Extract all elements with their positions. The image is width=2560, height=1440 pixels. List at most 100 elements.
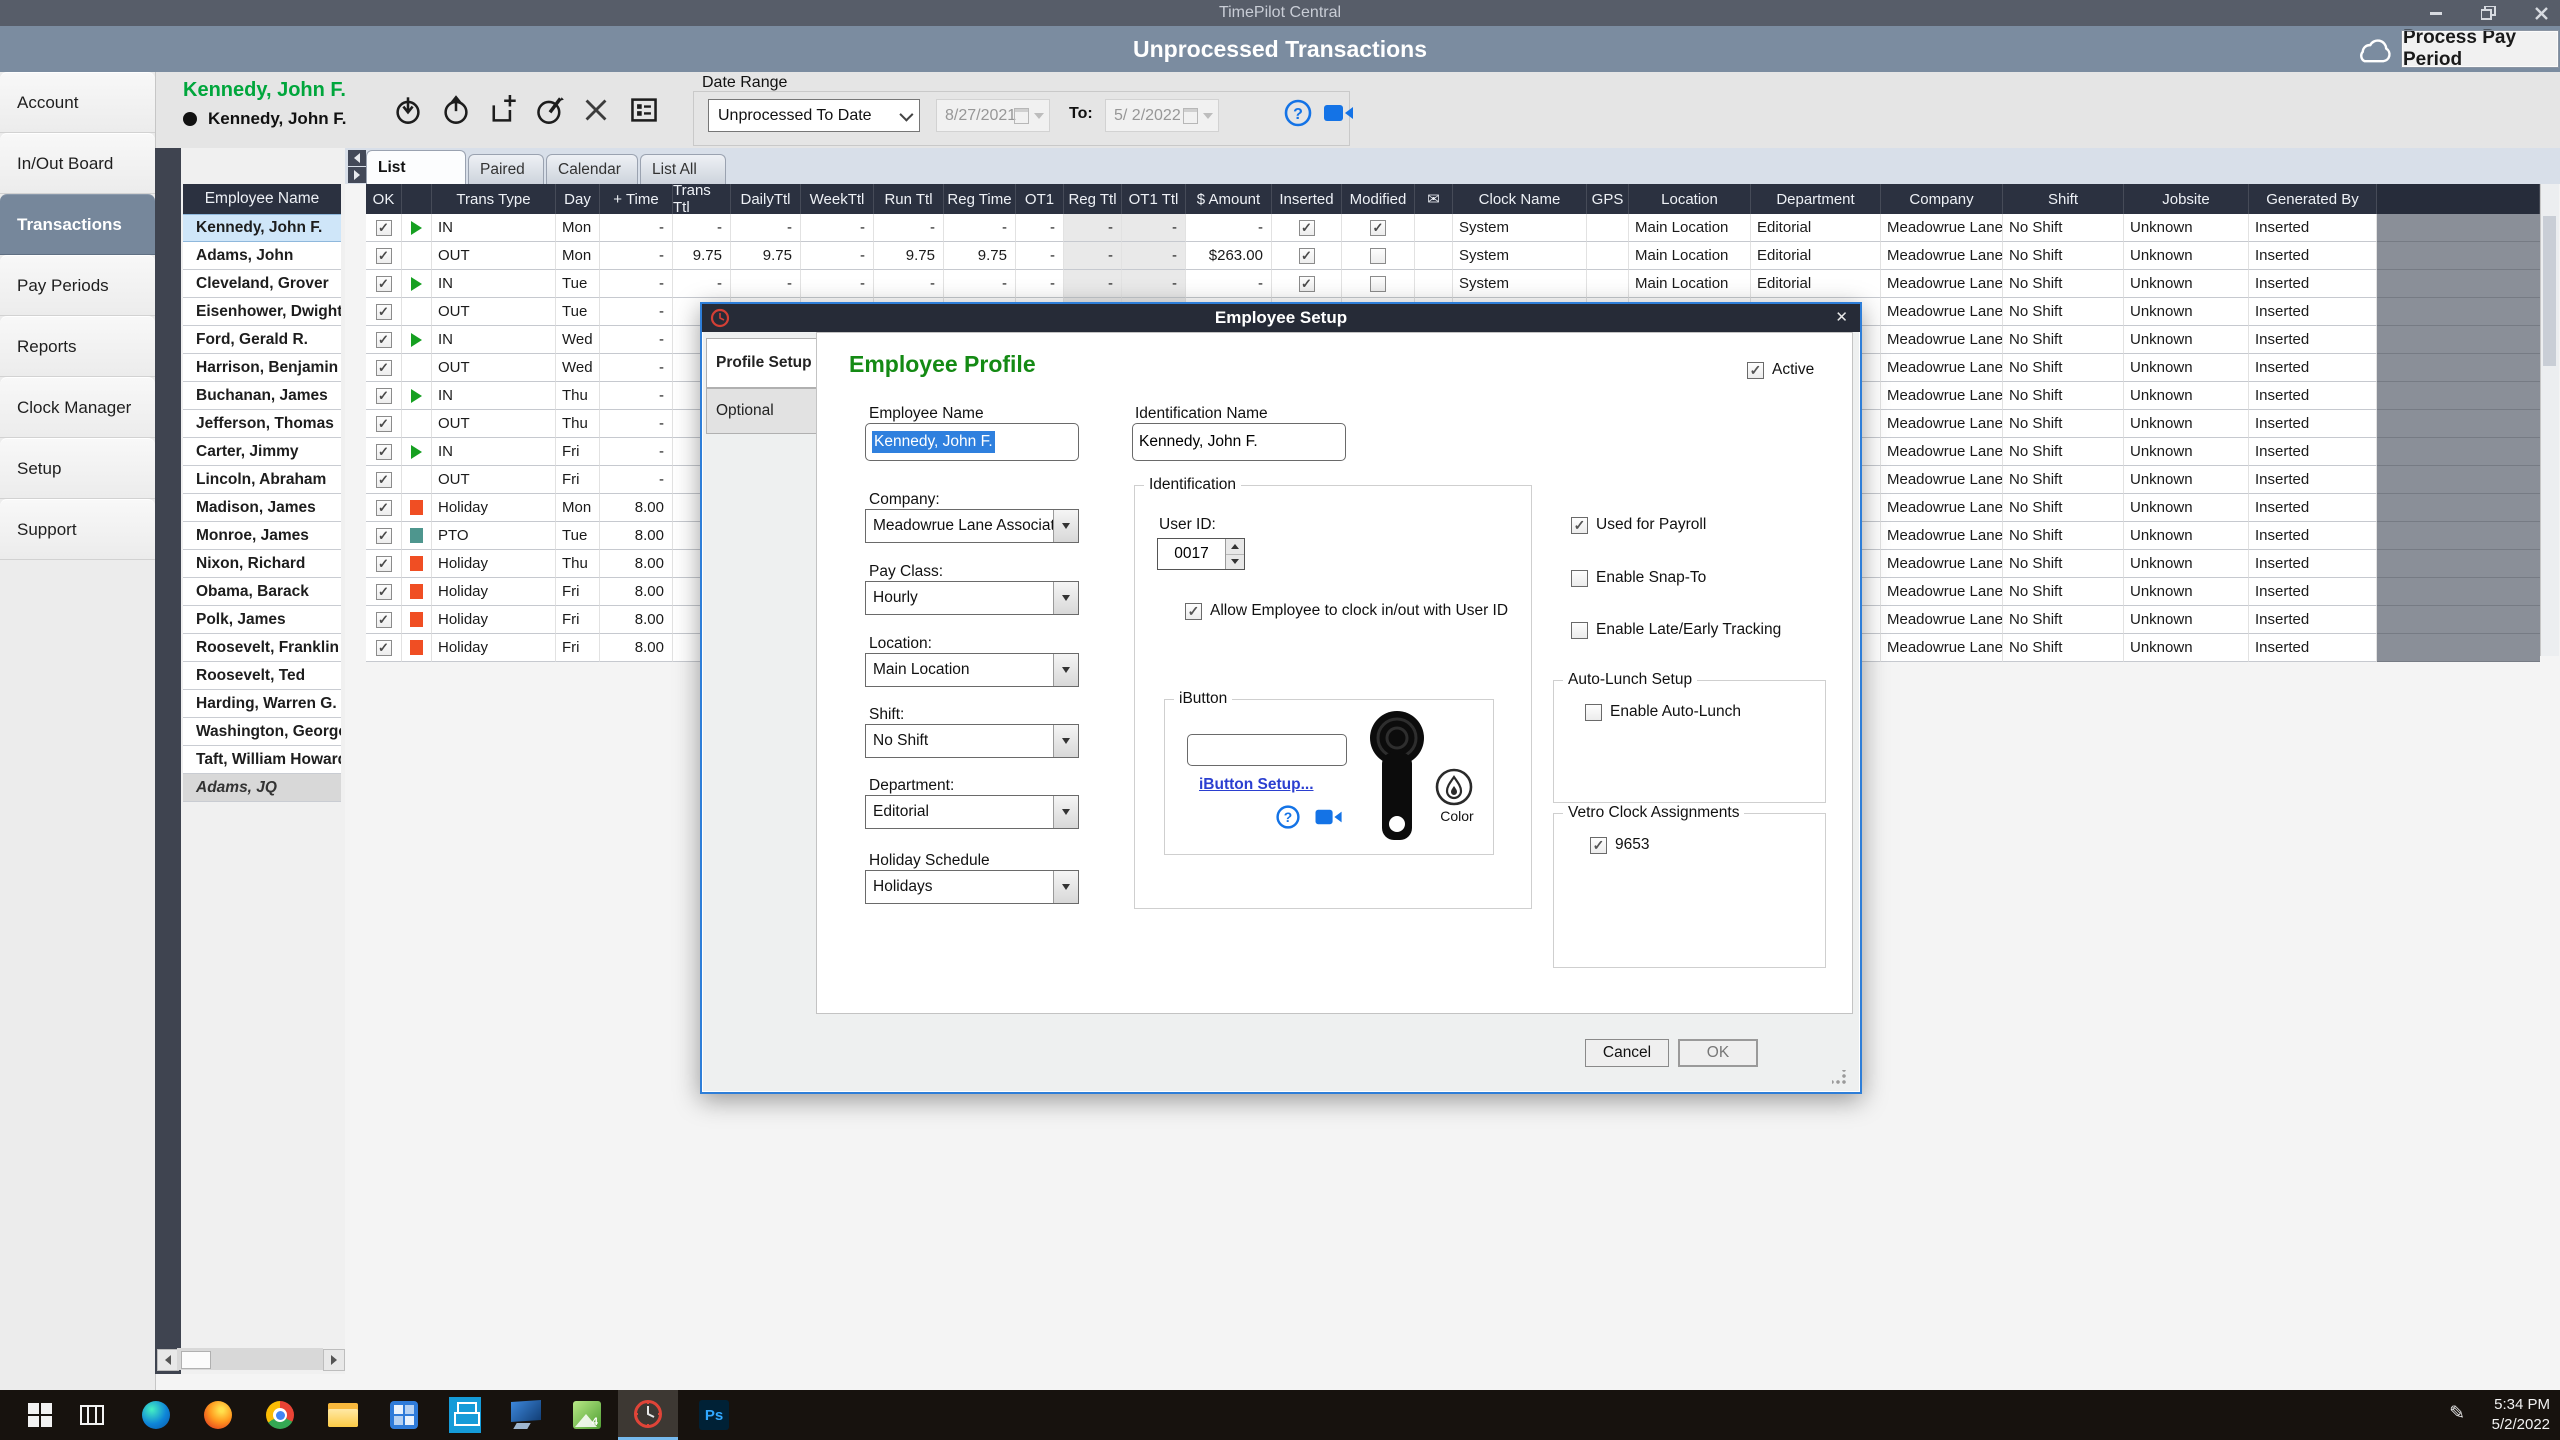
row-checkbox[interactable]: ✓ bbox=[376, 444, 392, 460]
tab-scroll-left-icon[interactable] bbox=[348, 150, 366, 166]
edge-icon[interactable] bbox=[126, 1390, 186, 1440]
sidebar-item-clock-manager[interactable]: Clock Manager bbox=[0, 377, 155, 438]
checkbox-icon[interactable]: ✓ bbox=[1185, 603, 1202, 620]
row-checkbox[interactable]: ✓ bbox=[1370, 220, 1386, 236]
table-row[interactable]: ✓INMon----------✓✓SystemMain LocationEdi… bbox=[366, 214, 2540, 242]
row-checkbox[interactable]: ✓ bbox=[376, 276, 392, 292]
close-icon[interactable] bbox=[2532, 6, 2550, 20]
row-checkbox[interactable]: ✓ bbox=[376, 640, 392, 656]
active-checkbox[interactable]: ✓ Active bbox=[1747, 361, 1814, 379]
row-checkbox[interactable]: ✓ bbox=[376, 248, 392, 264]
color-button[interactable] bbox=[1433, 766, 1475, 808]
date-to-input[interactable]: 5/ 2/2022 bbox=[1105, 99, 1219, 132]
chrome-icon[interactable] bbox=[250, 1390, 310, 1440]
holiday-schedule-select[interactable]: Holidays bbox=[865, 870, 1079, 904]
column-header[interactable]: ✉ bbox=[1415, 184, 1453, 214]
sidebar-item-transactions[interactable]: Transactions bbox=[0, 194, 155, 255]
ibutton-setup-link[interactable]: iButton Setup... bbox=[1199, 776, 1314, 794]
date-from-input[interactable]: 8/27/2021 bbox=[936, 99, 1050, 132]
employee-list-item[interactable]: Ford, Gerald R. bbox=[183, 326, 341, 354]
pen-icon[interactable]: ✎ bbox=[2449, 1402, 2465, 1425]
column-header[interactable]: Shift bbox=[2003, 184, 2124, 214]
employee-list-item[interactable]: Nixon, Richard bbox=[183, 550, 341, 578]
panel-splitter[interactable] bbox=[155, 148, 181, 1374]
vetro-clock-checkbox[interactable]: ✓ 9653 bbox=[1590, 836, 1649, 854]
tab-profile-setup[interactable]: Profile Setup bbox=[706, 338, 817, 388]
row-checkbox[interactable] bbox=[1370, 276, 1386, 292]
employee-list-item[interactable]: Lincoln, Abraham bbox=[183, 466, 341, 494]
table-row[interactable]: ✓INTue----------✓SystemMain LocationEdit… bbox=[366, 270, 2540, 298]
tab-paired[interactable]: Paired bbox=[468, 154, 544, 184]
checkbox-icon[interactable] bbox=[1571, 570, 1588, 587]
column-header[interactable]: Trans Type bbox=[432, 184, 556, 214]
user-id-stepper[interactable]: 0017 bbox=[1157, 538, 1245, 570]
column-header[interactable] bbox=[402, 184, 432, 214]
column-header[interactable]: Location bbox=[1629, 184, 1751, 214]
hscroll-right-icon[interactable] bbox=[323, 1349, 345, 1371]
employee-list-item[interactable]: Taft, William Howard bbox=[183, 746, 341, 774]
checkbox-icon[interactable]: ✓ bbox=[1571, 517, 1588, 534]
employee-list-item[interactable]: Kennedy, John F. bbox=[183, 214, 341, 242]
column-header[interactable]: DailyTtl bbox=[731, 184, 801, 214]
row-checkbox[interactable]: ✓ bbox=[1299, 276, 1315, 292]
clock-in-icon[interactable] bbox=[392, 94, 424, 126]
column-header[interactable]: OK bbox=[366, 184, 402, 214]
column-header[interactable]: Generated By bbox=[2249, 184, 2377, 214]
restore-icon[interactable] bbox=[2480, 6, 2498, 20]
employee-list-item[interactable]: Cleveland, Grover bbox=[183, 270, 341, 298]
dropdown-arrow-icon[interactable] bbox=[1053, 725, 1078, 757]
row-checkbox[interactable]: ✓ bbox=[376, 528, 392, 544]
delete-transaction-icon[interactable] bbox=[580, 94, 612, 126]
employee-list-item[interactable]: Carter, Jimmy bbox=[183, 438, 341, 466]
timepilot-icon[interactable] bbox=[618, 1390, 678, 1440]
tab-list[interactable]: List bbox=[366, 150, 466, 184]
column-header[interactable]: Modified bbox=[1342, 184, 1415, 214]
employee-list-item[interactable]: Obama, Barack bbox=[183, 578, 341, 606]
remote-desktop-icon[interactable] bbox=[497, 1390, 557, 1440]
location-select[interactable]: Main Location bbox=[865, 653, 1079, 687]
pay-class-select[interactable]: Hourly bbox=[865, 581, 1079, 615]
employee-list-item[interactable]: Eisenhower, Dwight bbox=[183, 298, 341, 326]
tab-optional[interactable]: Optional bbox=[706, 388, 817, 434]
shift-select[interactable]: No Shift bbox=[865, 724, 1079, 758]
process-pay-period-button[interactable]: Process Pay Period bbox=[2402, 31, 2558, 67]
sidebar-item-reports[interactable]: Reports bbox=[0, 316, 155, 377]
column-header[interactable]: OT1 bbox=[1016, 184, 1064, 214]
column-header[interactable]: + Time bbox=[600, 184, 673, 214]
resize-grip[interactable] bbox=[1832, 1070, 1846, 1084]
photoshop-icon[interactable]: Ps bbox=[684, 1390, 744, 1440]
row-checkbox[interactable]: ✓ bbox=[376, 584, 392, 600]
dropdown-arrow-icon[interactable] bbox=[1053, 796, 1078, 828]
row-checkbox[interactable]: ✓ bbox=[1299, 220, 1315, 236]
sidebar-item-support[interactable]: Support bbox=[0, 499, 155, 560]
employee-list-item[interactable]: Washington, George bbox=[183, 718, 341, 746]
hscroll-left-icon[interactable] bbox=[157, 1349, 179, 1371]
employee-list-item[interactable]: Buchanan, James bbox=[183, 382, 341, 410]
row-checkbox[interactable]: ✓ bbox=[376, 388, 392, 404]
row-checkbox[interactable]: ✓ bbox=[376, 332, 392, 348]
employee-list-item[interactable]: Harding, Warren G. bbox=[183, 690, 341, 718]
enable-auto-lunch-checkbox[interactable]: Enable Auto-Lunch bbox=[1585, 703, 1741, 721]
taskbar-clock[interactable]: 5:34 PM 5/2/2022 bbox=[2492, 1395, 2550, 1435]
date-range-preset-select[interactable]: Unprocessed To Date bbox=[708, 99, 920, 132]
column-header[interactable]: Inserted bbox=[1272, 184, 1342, 214]
sidebar-item-setup[interactable]: Setup bbox=[0, 438, 155, 499]
row-checkbox[interactable]: ✓ bbox=[1299, 248, 1315, 264]
employee-name-field[interactable]: Kennedy, John F. bbox=[865, 423, 1079, 461]
column-header[interactable]: Trans Ttl bbox=[673, 184, 731, 214]
photos-icon[interactable]: 4 bbox=[557, 1390, 617, 1440]
column-header[interactable]: OT1 Ttl bbox=[1122, 184, 1186, 214]
tab-list-all[interactable]: List All bbox=[640, 154, 726, 184]
row-checkbox[interactable]: ✓ bbox=[376, 612, 392, 628]
column-header[interactable]: Reg Time bbox=[944, 184, 1016, 214]
employee-list-item[interactable]: Roosevelt, Ted bbox=[183, 662, 341, 690]
add-transaction-icon[interactable] bbox=[487, 94, 519, 126]
column-header[interactable]: Reg Ttl bbox=[1064, 184, 1122, 214]
column-header[interactable]: WeekTtl bbox=[801, 184, 874, 214]
column-header[interactable]: GPS bbox=[1587, 184, 1629, 214]
row-checkbox[interactable]: ✓ bbox=[376, 360, 392, 376]
column-header[interactable]: Department bbox=[1751, 184, 1881, 214]
fax-icon[interactable] bbox=[435, 1390, 495, 1440]
dropdown-arrow-icon[interactable] bbox=[1053, 582, 1078, 614]
ibutton-field[interactable] bbox=[1187, 734, 1347, 766]
